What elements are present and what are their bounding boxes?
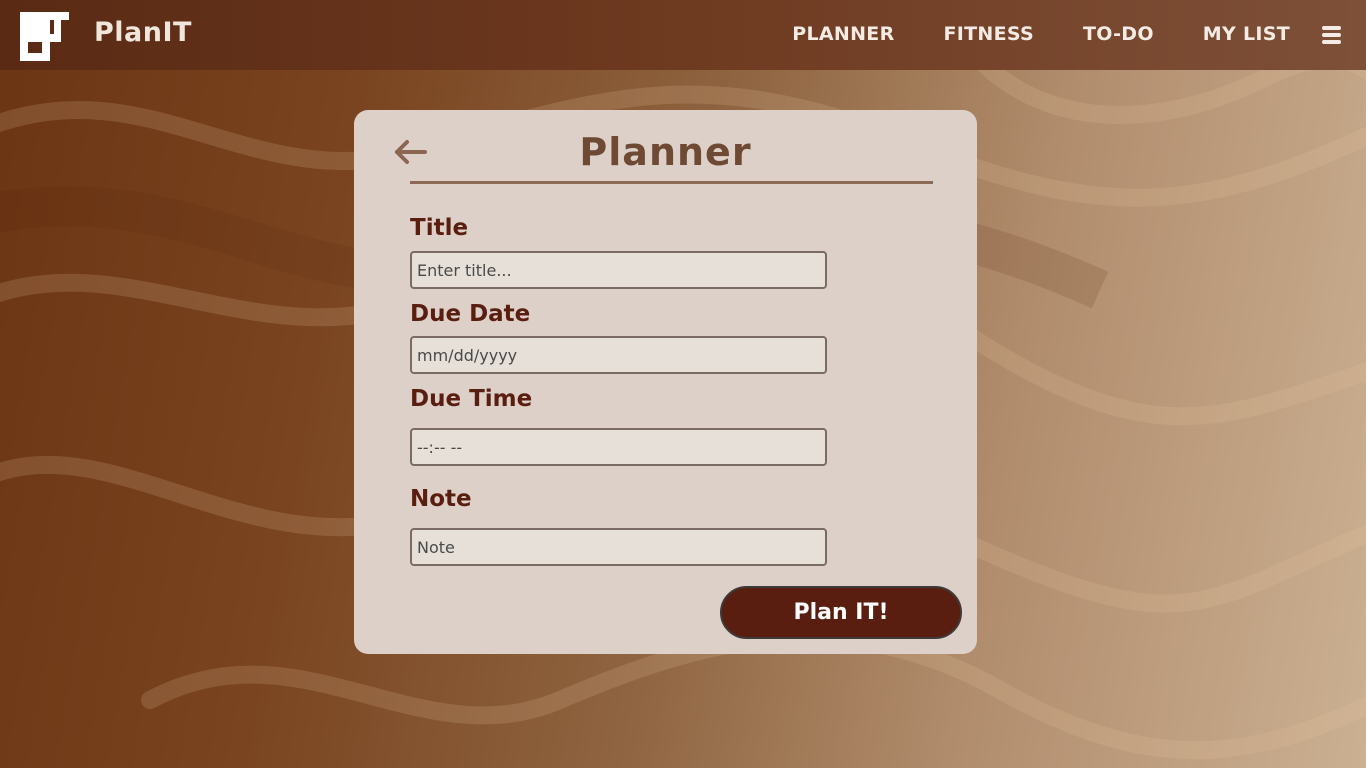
due-time-input[interactable] (410, 428, 827, 466)
planit-logo-icon[interactable] (20, 12, 70, 62)
plan-it-button[interactable]: Plan IT! (720, 586, 962, 639)
brand-name[interactable]: PlanIT (94, 17, 192, 48)
note-input[interactable] (410, 528, 827, 566)
nav-link-planner[interactable]: PLANNER (792, 23, 894, 45)
note-label: Note (410, 486, 472, 512)
hamburger-menu-icon[interactable] (1322, 26, 1341, 44)
title-input[interactable] (410, 251, 827, 289)
nav-link-fitness[interactable]: FITNESS (944, 23, 1035, 45)
page-title-text: Planner (579, 130, 752, 174)
planner-card: Planner Title Due Date Due Time Note Pla… (354, 110, 977, 654)
page-title: Planner (354, 130, 977, 174)
due-time-label: Due Time (410, 386, 533, 412)
due-date-label: Due Date (410, 301, 531, 327)
due-date-input[interactable] (410, 336, 827, 374)
title-label: Title (410, 215, 469, 241)
nav-links: PLANNER FITNESS TO-DO MY LIST (743, 23, 1290, 45)
nav-link-todo[interactable]: TO-DO (1083, 23, 1154, 45)
nav-link-my-list[interactable]: MY LIST (1203, 23, 1290, 45)
top-navbar: PlanIT PLANNER FITNESS TO-DO MY LIST (0, 0, 1366, 70)
title-divider (410, 181, 933, 184)
